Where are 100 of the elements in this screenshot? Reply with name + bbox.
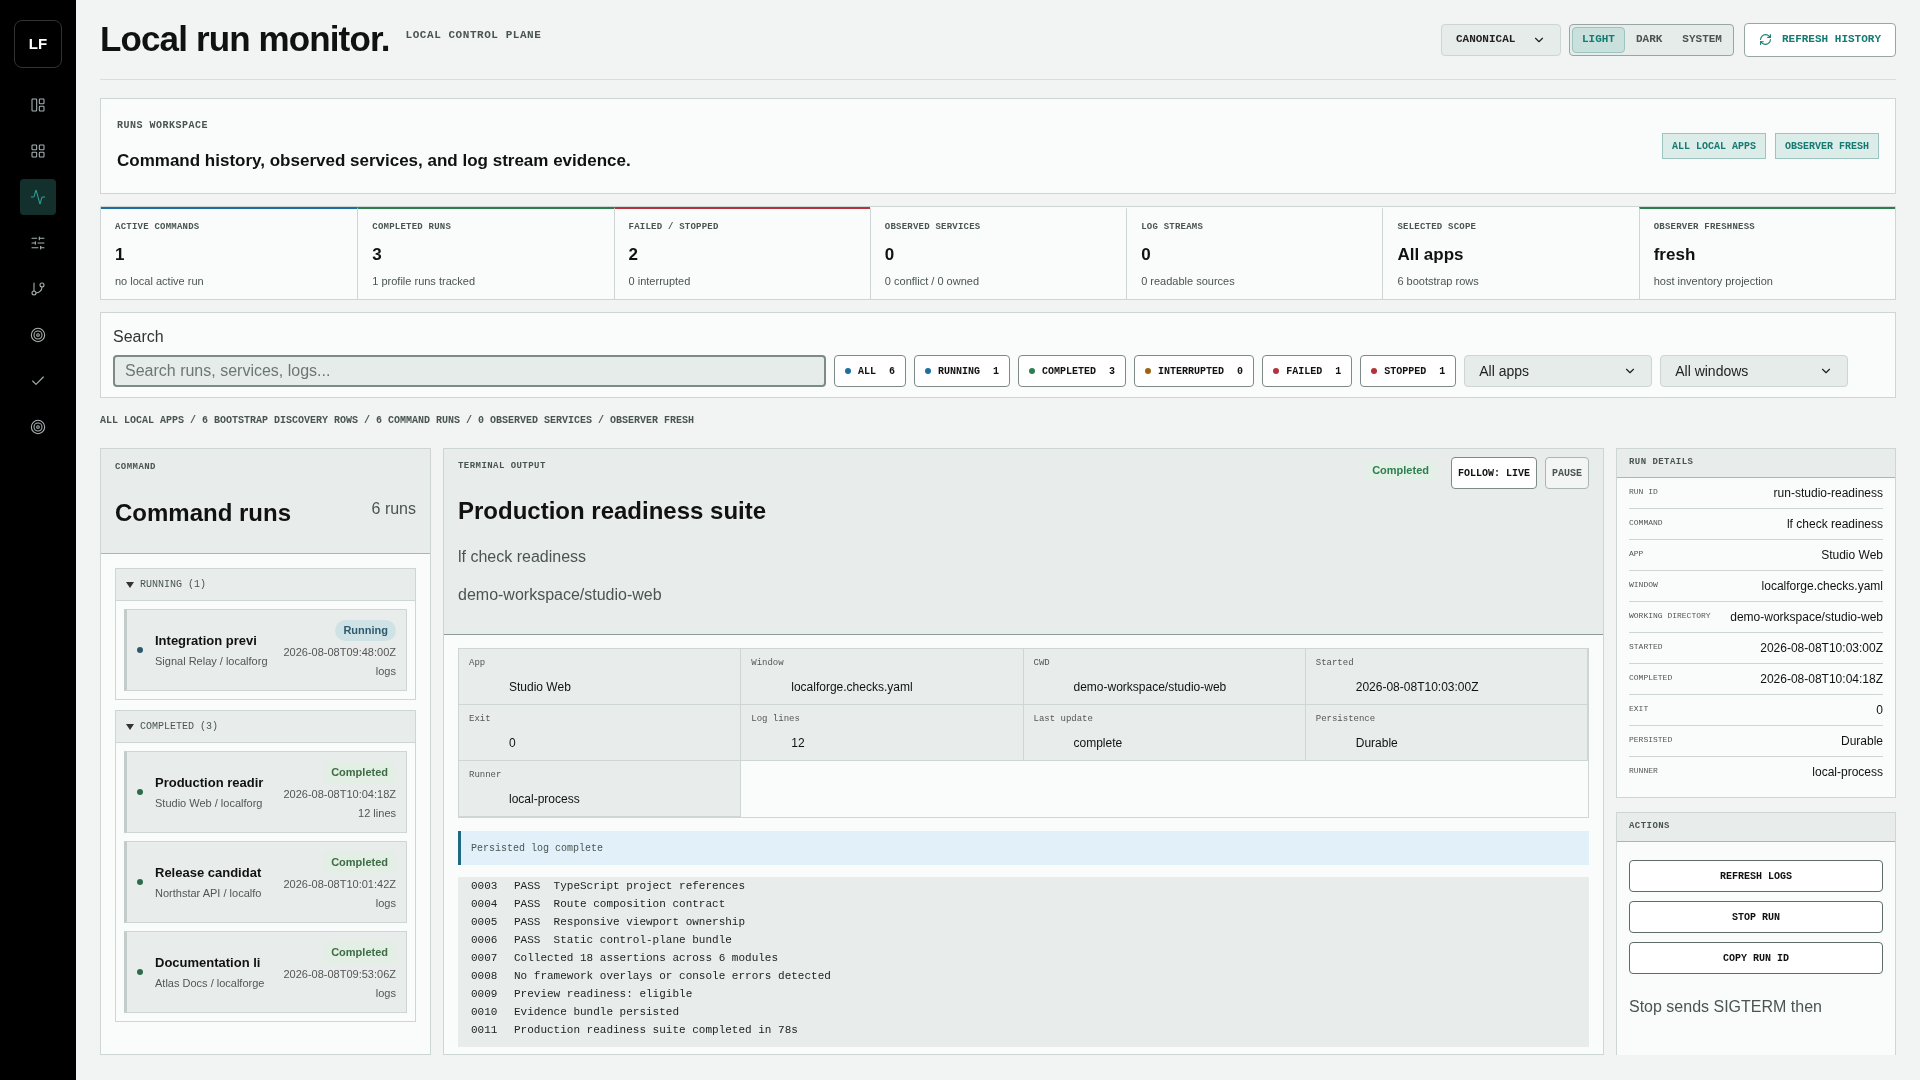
theme-tab[interactable]: LIGHT <box>1571 26 1625 53</box>
follow-live-button[interactable]: FOLLOW: LIVE <box>1450 457 1537 489</box>
status-filter-chip[interactable]: COMPLETED 3 <box>1018 355 1127 387</box>
status-filter-chip[interactable]: ALL 6 <box>834 355 907 387</box>
pause-button[interactable]: PAUSE <box>1545 457 1589 489</box>
stat-note: host inventory projection <box>1653 274 1774 289</box>
run-name: Documentation li <box>155 953 262 972</box>
section-eyebrow: COMMAND <box>115 461 157 474</box>
status-filter-chip[interactable]: RUNNING 1 <box>914 355 1011 387</box>
detail-value: lf check readiness <box>1786 516 1883 533</box>
app-logo[interactable]: LF <box>14 20 62 68</box>
detail-label: RUN ID <box>1629 486 1658 498</box>
run-command: lf check readiness <box>458 547 588 567</box>
detail-value: localforge.checks.yaml <box>1761 578 1883 595</box>
scope-breadcrumb: ALL LOCAL APPS / 6 BOOTSTRAP DISCOVERY ROWS / 6 COMMAND RUNS / 0 OBSERVED SERVICES / OBSERVER FRESH <box>100 414 696 428</box>
filter-count: 1 <box>1335 364 1342 379</box>
run-time: 2026-08-08T09:48:00Z <box>283 644 396 660</box>
detail-label: Persistence <box>1315 713 1377 726</box>
filter-count: 6 <box>889 364 896 379</box>
line-number: 0006 <box>471 933 499 948</box>
theme-tab[interactable]: DARK <box>1626 26 1672 53</box>
log-line: PASS Static control-plane bundle <box>514 933 732 948</box>
stat-label: COMPLETED RUNS <box>372 221 453 234</box>
run-card[interactable]: Production readir Studio Web / localforg Completed 2026-08-08T10:04:18Z 12 lines <box>124 751 407 833</box>
panel-title: Command runs <box>115 497 291 528</box>
line-number: 0007 <box>471 951 499 966</box>
detail-value: demo-workspace/studio-web <box>1730 609 1883 626</box>
run-title: Production readiness suite <box>458 496 768 526</box>
section-eyebrow: RUNS WORKSPACE <box>117 119 209 134</box>
stat-note: 0 conflict / 0 owned <box>884 274 980 289</box>
detail-value: 2026-08-08T10:03:00Z <box>1760 640 1883 657</box>
group-header[interactable]: COMPLETED (3) <box>116 711 415 743</box>
stat-label: FAILED / STOPPED <box>628 221 720 234</box>
run-directory: demo-workspace/studio-web <box>458 585 663 605</box>
stat-note: 0 interrupted <box>628 274 692 289</box>
profile-select[interactable]: CANONICAL <box>1440 23 1561 56</box>
run-time: 2026-08-08T09:53:06Z <box>283 966 396 982</box>
stat-label: ACTIVE COMMANDS <box>115 221 201 234</box>
run-name: Release candidat <box>155 863 263 882</box>
detail-label: RUNNER <box>1629 765 1658 777</box>
log-line: PASS TypeScript project references <box>514 879 746 894</box>
action-button[interactable]: STOP RUN <box>1629 901 1883 933</box>
pulse-icon[interactable] <box>20 179 56 215</box>
log-notice: Persisted log complete <box>458 831 1589 865</box>
action-button[interactable]: COPY RUN ID <box>1629 942 1883 974</box>
run-card[interactable]: Documentation li Atlas Docs / localforge Completed 2026-08-08T09:53:06Z logs <box>124 931 407 1013</box>
search-label: Search <box>113 327 165 347</box>
run-count: 6 runs <box>371 498 416 519</box>
refresh-history-button[interactable]: REFRESH HISTORY <box>1743 22 1896 57</box>
filter-label: INTERRUPTED <box>1158 364 1225 379</box>
filter-count: 1 <box>993 364 1000 379</box>
detail-label: WINDOW <box>1629 579 1658 591</box>
detail-value: Durable <box>1840 733 1883 750</box>
stat-value: 2 <box>628 243 640 266</box>
detail-value: 2026-08-08T10:04:18Z <box>1760 671 1883 688</box>
run-note: 12 lines <box>358 806 396 822</box>
search-field[interactable]: Search runs, services, logs... <box>113 355 826 387</box>
run-name: Production readir <box>155 773 265 792</box>
page-subtitle: LOCAL CONTROL PLANE <box>405 28 542 44</box>
run-card[interactable]: Release candidat Northstar API / localfo Completed 2026-08-08T10:01:42Z logs <box>124 841 407 923</box>
status-filter-chip[interactable]: STOPPED 1 <box>1360 355 1457 387</box>
detail-label: Window <box>751 657 785 670</box>
stat-label: OBSERVER FRESHNESS <box>1653 221 1756 234</box>
action-button[interactable]: REFRESH LOGS <box>1629 860 1883 892</box>
log-line: PASS Route composition contract <box>514 897 726 912</box>
log-line: Preview readiness: eligible <box>514 987 693 1002</box>
run-note: logs <box>375 986 396 1002</box>
status-filter-chip[interactable]: INTERRUPTED 0 <box>1134 355 1255 387</box>
detail-label: APP <box>1629 548 1644 560</box>
detail-label: Log lines <box>751 713 801 726</box>
filter-label: COMPLETED <box>1042 364 1097 379</box>
stat-label: SELECTED SCOPE <box>1397 221 1478 234</box>
stat-value: 0 <box>884 243 896 266</box>
status-filter-chip[interactable]: FAILED 1 <box>1262 355 1353 387</box>
run-card[interactable]: Integration previ Signal Relay / localforg Running 2026-08-08T09:48:00Z logs <box>124 609 407 691</box>
line-number: 0003 <box>471 879 499 894</box>
filter-label: STOPPED <box>1384 364 1427 379</box>
log-line: No framework overlays or console errors detected <box>514 969 831 984</box>
window-select[interactable]: All windows <box>1660 355 1849 387</box>
run-meta: Studio Web / localforg <box>155 796 264 811</box>
group-header[interactable]: RUNNING (1) <box>116 569 415 601</box>
stat-value: fresh <box>1653 243 1697 266</box>
detail-value: Studio Web <box>509 678 572 696</box>
line-number: 0004 <box>471 897 499 912</box>
status-badge: Completed <box>323 762 396 783</box>
detail-label: EXIT <box>1629 703 1649 715</box>
run-name: Integration previ <box>155 631 258 650</box>
detail-value: Studio Web <box>1821 547 1883 564</box>
detail-value: demo-workspace/studio-web <box>1073 678 1228 696</box>
app-select[interactable]: All apps <box>1464 355 1653 387</box>
detail-value: Durable <box>1355 734 1399 752</box>
run-time: 2026-08-08T10:01:42Z <box>283 876 396 892</box>
run-meta: Northstar API / localfo <box>155 886 263 901</box>
stat-label: LOG STREAMS <box>1141 221 1205 234</box>
log-line: Collected 18 assertions across 6 modules <box>514 951 779 966</box>
detail-value: 0 <box>1876 702 1883 719</box>
filter-count: 1 <box>1439 364 1446 379</box>
log-line: Evidence bundle persisted <box>514 1005 680 1020</box>
stat-value: 0 <box>1141 243 1152 266</box>
theme-tab[interactable]: SYSTEM <box>1673 26 1731 53</box>
